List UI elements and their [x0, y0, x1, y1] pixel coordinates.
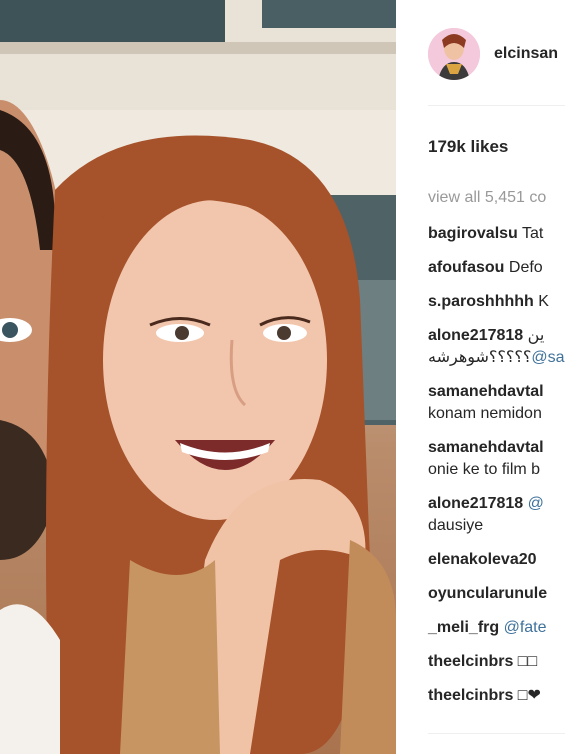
comment: samanehdavtal onie ke to film b — [428, 437, 565, 481]
comment-username[interactable]: bagirovalsu — [428, 225, 518, 242]
post-header: elcinsan — [428, 26, 565, 82]
comment-text: Defo — [504, 259, 543, 276]
comment-username[interactable]: samanehdavtal — [428, 439, 544, 456]
header-divider — [428, 105, 565, 106]
comment-username[interactable]: alone217818 — [428, 495, 523, 512]
comment-text-line2: dausiye — [428, 517, 484, 534]
comment-text-line2: onie ke to film b — [428, 461, 541, 478]
comment: theelcinbrs □❤ — [428, 685, 565, 707]
comment-username[interactable]: elenakoleva20 — [428, 551, 537, 568]
comment: samanehdavtal konam nemidon — [428, 381, 565, 425]
likes-count[interactable]: 179k likes — [428, 137, 508, 157]
comment: bagirovalsu Tat — [428, 223, 565, 245]
comment: theelcinbrs □□ — [428, 651, 565, 673]
comment-username[interactable]: alone217818 — [428, 327, 523, 344]
comment: elenakoleva20 — [428, 549, 565, 571]
comment: afoufasou Defo — [428, 257, 565, 279]
comment-username[interactable]: _meli_frg — [428, 619, 499, 636]
comment-mention[interactable]: @ — [528, 495, 544, 512]
instagram-post-view: elcinsan 179k likes view all 5,451 co ba… — [0, 0, 565, 754]
comment-text: ين — [523, 327, 545, 344]
comment-text-line2: konam nemidon — [428, 405, 542, 422]
comment-text: Tat — [517, 225, 544, 242]
comment-username[interactable]: oyuncularunule — [428, 585, 547, 602]
post-side-panel: elcinsan 179k likes view all 5,451 co ba… — [396, 0, 565, 754]
comment-mention[interactable]: @fate — [504, 619, 547, 636]
comment-text: □❤ — [513, 687, 541, 704]
post-photo[interactable] — [0, 0, 396, 754]
comment: oyuncularunule — [428, 583, 565, 605]
avatar[interactable] — [428, 28, 480, 80]
comment: alone217818 @ dausiye — [428, 493, 565, 537]
comment-text: □□ — [513, 653, 538, 670]
comment: alone217818 ين ؟؟؟؟؟شوهرشه@san — [428, 325, 565, 369]
username-link[interactable]: elcinsan — [494, 45, 558, 63]
comments-list: bagirovalsu Tat afoufasou Defo s.paroshh… — [428, 223, 565, 719]
comment-username[interactable]: theelcinbrs — [428, 687, 513, 704]
view-all-comments-link[interactable]: view all 5,451 co — [428, 189, 546, 207]
comment: s.paroshhhhh K — [428, 291, 565, 313]
comment: _meli_frg @fate — [428, 617, 565, 639]
comment-text-line2: ؟؟؟؟؟شوهرشه — [428, 349, 532, 366]
comment-username[interactable]: theelcinbrs — [428, 653, 513, 670]
comment-text: K — [533, 293, 549, 310]
comment-mention[interactable]: @san — [531, 349, 565, 366]
comment-username[interactable]: s.paroshhhhh — [428, 293, 534, 310]
comment-username[interactable]: samanehdavtal — [428, 383, 544, 400]
avatar-image — [428, 28, 480, 80]
comment-username[interactable]: afoufasou — [428, 259, 504, 276]
selfie-image — [0, 0, 396, 754]
comments-bottom-divider — [428, 733, 565, 734]
